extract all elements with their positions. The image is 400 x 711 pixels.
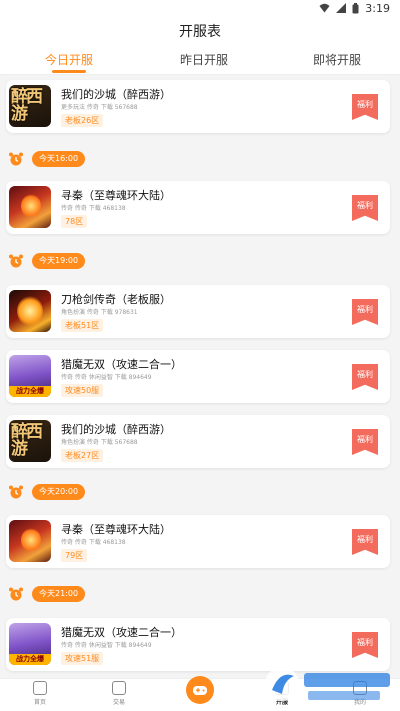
welfare-button[interactable]: 福利 [352,529,378,555]
server-tag: 79区 [61,549,88,562]
tab-bar: 今日开服 昨日开服 即将开服 [0,44,400,75]
alarm-clock-icon [8,484,24,504]
alarm-clock-icon [8,253,24,273]
game-meta: 角色扮演 传奇 下载 978631 [61,309,138,316]
server-card[interactable]: 战力全爆 猎魔无双（攻速二合一） 传奇 传奇 休闲益智 下载 894649 攻速… [6,618,390,671]
battery-icon [352,2,359,14]
time-group-header: 今天19:00 [0,251,400,271]
game-thumb-xiyou: 醉西游 [9,85,51,127]
server-tag: 78区 [61,215,88,228]
welfare-button[interactable]: 福利 [352,94,378,120]
time-badge: 今天20:00 [32,484,86,500]
thumb-logo-text: 醉西游 [11,87,43,124]
trade-icon [112,681,126,695]
time-group-header: 今天21:00 [0,584,400,604]
gamepad-icon [193,686,207,695]
server-tag: 老板51区 [61,319,104,332]
time-badge: 今天21:00 [32,586,86,602]
server-tag: 攻速50服 [61,384,104,397]
server-card[interactable]: 寻秦（至尊魂环大陆） 传奇 传奇 下载 468138 78区 福利 [6,181,390,234]
nav-profile[interactable]: 我的 [340,681,380,706]
signal-icon [336,3,347,13]
game-title: 寻秦（至尊魂环大陆） [61,523,171,536]
active-tab-indicator [52,70,86,73]
game-thumb-liemo: 战力全爆 [9,355,51,397]
game-thumb-liemo: 战力全爆 [9,623,51,665]
game-thumb-daoqiang [9,290,51,332]
title-bar: 开服表 [0,16,400,44]
nav-trade[interactable]: 交易 [99,681,139,706]
nav-server-list[interactable]: 开服 [262,681,302,706]
server-card[interactable]: 醉西游 我们的沙城（醉西游） 角色扮演 传奇 下载 567688 老板27区 福… [6,415,390,468]
tab-today[interactable]: 今日开服 [45,51,93,68]
server-card[interactable]: 寻秦（至尊魂环大陆） 传奇 传奇 下载 468138 79区 福利 [6,515,390,568]
game-thumb-xunqin [9,520,51,562]
game-meta: 传奇 传奇 下载 468138 [61,539,126,546]
welfare-button[interactable]: 福利 [352,299,378,325]
bottom-nav: 首页 交易 开服 我的 [0,676,400,711]
nav-trade-label: 交易 [112,699,125,706]
server-tag: 老板27区 [61,449,104,462]
time-group-header: 今天16:00 [0,149,400,169]
thumb-banner-text: 战力全爆 [9,654,51,665]
nav-profile-label: 我的 [353,699,366,706]
home-icon [33,681,47,695]
game-title: 刀枪剑传奇（老板服） [61,293,171,306]
server-list-icon [275,681,289,695]
game-title: 我们的沙城（醉西游） [61,423,171,436]
server-list[interactable]: 醉西游 我们的沙城（醉西游） 更多玩法 传奇 下载 567688 老板26区 福… [0,75,400,678]
game-meta: 角色扮演 传奇 下载 567688 [61,439,138,446]
tab-upcoming[interactable]: 即将开服 [313,51,361,68]
page-title: 开服表 [179,24,221,40]
game-meta: 传奇 传奇 下载 468138 [61,205,126,212]
alarm-clock-icon [8,586,24,606]
thumb-logo-text: 醉西游 [11,422,43,459]
server-card[interactable]: 刀枪剑传奇（老板服） 角色扮演 传奇 下载 978631 老板51区 福利 [6,285,390,338]
status-icons: 3:19 [319,1,390,15]
game-thumb-xiyou: 醉西游 [9,420,51,462]
game-meta: 传奇 传奇 休闲益智 下载 894649 [61,374,152,381]
wifi-icon [319,3,330,13]
time-group-header: 今天20:00 [0,482,400,502]
game-title: 猎魔无双（攻速二合一） [61,626,182,639]
game-thumb-xunqin [9,186,51,228]
nav-home-label: 首页 [33,699,46,706]
welfare-button[interactable]: 福利 [352,632,378,658]
welfare-button[interactable]: 福利 [352,364,378,390]
welfare-button[interactable]: 福利 [352,195,378,221]
profile-icon [353,681,367,695]
thumb-banner-text: 战力全爆 [9,386,51,397]
clock: 3:19 [365,1,390,15]
game-title: 寻秦（至尊魂环大陆） [61,189,171,202]
status-bar: 3:19 [0,0,400,16]
game-title: 我们的沙城（醉西游） [61,88,171,101]
game-meta: 更多玩法 传奇 下载 567688 [61,104,138,111]
alarm-clock-icon [8,151,24,171]
game-meta: 传奇 传奇 休闲益智 下载 894649 [61,642,152,649]
time-badge: 今天19:00 [32,253,86,269]
nav-home[interactable]: 首页 [20,681,60,706]
time-badge: 今天16:00 [32,151,86,167]
nav-server-list-label: 开服 [275,699,288,706]
welfare-button[interactable]: 福利 [352,429,378,455]
tab-yesterday[interactable]: 昨日开服 [180,51,228,68]
server-card[interactable]: 醉西游 我们的沙城（醉西游） 更多玩法 传奇 下载 567688 老板26区 福… [6,80,390,133]
game-title: 猎魔无双（攻速二合一） [61,358,182,371]
server-tag: 攻速51服 [61,652,104,665]
gamepad-button[interactable] [186,676,214,704]
server-tag: 老板26区 [61,114,104,127]
server-card[interactable]: 战力全爆 猎魔无双（攻速二合一） 传奇 传奇 休闲益智 下载 894649 攻速… [6,350,390,403]
